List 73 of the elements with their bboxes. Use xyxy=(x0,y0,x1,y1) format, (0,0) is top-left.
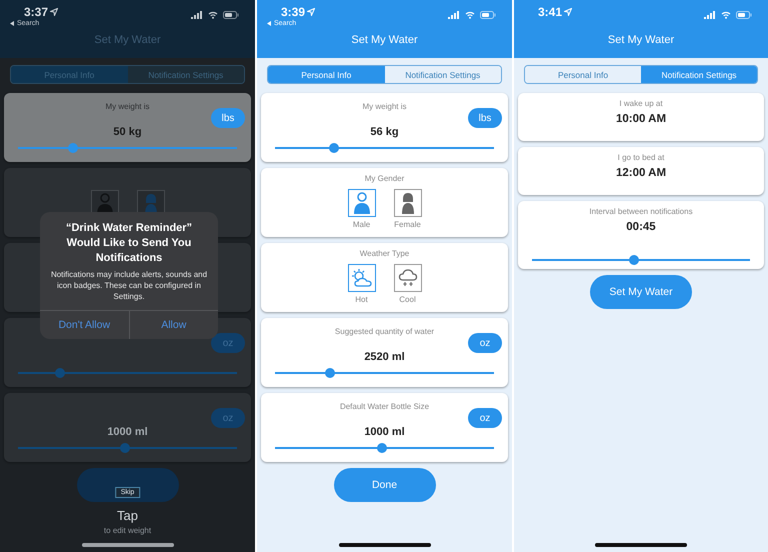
screen-title: Set My Water xyxy=(350,34,419,46)
card-label: Suggested quantity of water xyxy=(334,327,434,336)
unit-toggle-button[interactable]: lbs xyxy=(211,108,245,128)
status-time: 3:37 xyxy=(24,5,48,19)
card-label: My weight is xyxy=(105,102,150,112)
alert-button[interactable]: Allow xyxy=(128,311,218,339)
card-label: I go to bed at xyxy=(618,153,664,162)
segment-tab[interactable]: Notification Settings xyxy=(128,66,244,83)
wifi-icon xyxy=(465,11,475,19)
slider-thumb[interactable] xyxy=(120,443,130,453)
option-label: Male xyxy=(352,220,370,229)
signal-icon xyxy=(191,11,203,19)
battery-icon xyxy=(480,11,496,19)
back-arrow-icon xyxy=(267,20,271,26)
alert-title: “Drink Water Reminder” Would Like to Send You Notifications xyxy=(64,221,194,266)
card-value: 12:00 AM xyxy=(616,167,666,179)
alert-message: Notifications may include alerts, sounds and icon badges. These can be configured in Settings. xyxy=(50,269,208,303)
card-label: Default Water Bottle Size xyxy=(340,402,430,412)
card-label: Weather Type xyxy=(360,249,410,258)
sun-cloud-icon xyxy=(350,268,372,288)
primary-button[interactable] xyxy=(76,468,178,502)
option-label: Hot xyxy=(355,295,368,304)
unit-toggle-button[interactable]: oz xyxy=(468,408,502,428)
alert-button[interactable]: Don't Allow xyxy=(40,311,128,339)
option-label: Female xyxy=(394,220,421,229)
card-value: 56 kg xyxy=(370,126,399,138)
signal-icon xyxy=(448,11,460,19)
primary-button[interactable]: Done xyxy=(334,468,436,502)
screen-title: Set My Water xyxy=(93,34,162,46)
slider-thumb[interactable] xyxy=(629,255,640,265)
location-arrow-icon xyxy=(50,8,58,16)
card-label: Interval between notifications xyxy=(589,207,693,216)
wifi-icon xyxy=(721,11,731,19)
unit-toggle-button[interactable]: oz xyxy=(468,333,502,353)
location-arrow-icon xyxy=(564,8,572,16)
screen-title: Set My Water xyxy=(606,34,676,46)
card-value: 10:00 AM xyxy=(616,113,666,125)
location-arrow-icon xyxy=(307,8,316,16)
choice-option[interactable]: Female xyxy=(394,189,422,229)
signal-icon xyxy=(704,11,716,19)
choice-option[interactable]: Cool xyxy=(394,264,422,304)
wifi-icon xyxy=(208,11,218,19)
time-card[interactable]: I wake up at 10:00 AM xyxy=(518,93,764,141)
person-icon xyxy=(352,192,370,214)
card-value: 2520 ml xyxy=(364,350,405,363)
card-value: 1000 ml xyxy=(107,426,148,438)
choice-option[interactable]: Male xyxy=(348,189,376,229)
snow-cloud-icon xyxy=(398,268,418,288)
battery-icon xyxy=(223,11,239,19)
slider-thumb[interactable] xyxy=(329,143,340,153)
card-label: My Gender xyxy=(364,174,404,183)
card-value: 00:45 xyxy=(626,221,656,233)
time-card[interactable]: I go to bed at 12:00 AM xyxy=(518,147,764,195)
back-arrow-icon xyxy=(10,20,14,26)
slider-thumb[interactable] xyxy=(324,368,335,378)
segment-tab[interactable]: Personal Info xyxy=(268,66,384,83)
status-time: 3:41 xyxy=(538,5,562,19)
primary-button[interactable]: Set My Water xyxy=(590,275,692,309)
status-time: 3:39 xyxy=(281,5,306,19)
slider-thumb[interactable] xyxy=(54,368,65,378)
segment-tab[interactable]: Notification Settings xyxy=(641,66,757,83)
slider-thumb[interactable] xyxy=(68,143,78,153)
card-label: My weight is xyxy=(362,102,406,112)
slider-thumb[interactable] xyxy=(377,443,388,453)
choice-option[interactable]: Hot xyxy=(348,264,376,304)
battery-icon xyxy=(736,11,752,19)
unit-toggle-button[interactable]: lbs xyxy=(468,108,502,128)
card-label: I wake up at xyxy=(619,99,663,108)
hint-title: Tap xyxy=(117,508,138,523)
option-label: Cool xyxy=(399,295,416,304)
card-value: 50 kg xyxy=(113,126,142,138)
hint-text: to edit weight xyxy=(104,526,152,535)
card-value: 1000 ml xyxy=(364,426,405,438)
